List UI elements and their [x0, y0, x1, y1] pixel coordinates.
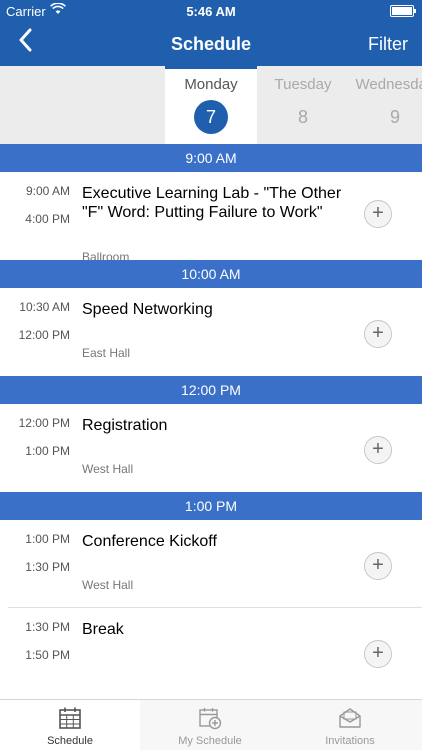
day-tab-tuesday[interactable]: Tuesday 8: [257, 66, 349, 144]
day-selector: Monday 7 Tuesday 8 Wednesday 9: [0, 66, 422, 144]
session-location: East Hall: [82, 346, 131, 360]
end-time: 1:00 PM: [25, 444, 70, 458]
tab-bar: Schedule My Schedule Invitations: [0, 699, 422, 750]
session-title: Speed Networking: [82, 301, 213, 318]
page-title: Schedule: [170, 34, 252, 54]
add-to-schedule-button[interactable]: +: [364, 640, 392, 668]
envelope-icon: [339, 708, 361, 728]
tab-label: Invitations: [325, 735, 375, 747]
day-tab-wednesday[interactable]: Wednesday 9: [349, 66, 422, 144]
session-item[interactable]: 10:30 AM 12:00 PM Speed Networking East …: [0, 288, 422, 376]
end-time: 12:00 PM: [18, 328, 70, 342]
day-number: 8: [297, 107, 308, 127]
session-item[interactable]: 12:00 PM 1:00 PM Registration West Hall …: [0, 404, 422, 492]
end-time: 1:30 PM: [25, 560, 70, 574]
session-item[interactable]: 9:00 AM 4:00 PM Executive Learning Lab -…: [0, 172, 422, 260]
time-header: 12:00 PM: [0, 376, 422, 404]
start-time: 9:00 AM: [25, 184, 70, 198]
tab-label: Schedule: [47, 735, 93, 747]
day-number: 9: [389, 107, 400, 127]
schedule-list[interactable]: 9:00 AM 9:00 AM 4:00 PM Executive Learni…: [0, 144, 422, 700]
add-to-schedule-button[interactable]: +: [364, 552, 392, 580]
clock: 5:46 AM: [186, 4, 236, 19]
start-time: 1:00 PM: [25, 532, 70, 546]
session-title: Conference Kickoff: [82, 533, 217, 550]
session-location: West Hall: [82, 462, 134, 476]
end-time: 1:50 PM: [25, 648, 70, 662]
day-number: 7: [194, 100, 228, 134]
add-to-schedule-button[interactable]: +: [364, 320, 392, 348]
end-time: 4:00 PM: [25, 212, 70, 226]
status-bar: Carrier 5:46 AM: [0, 0, 422, 22]
add-to-schedule-button[interactable]: +: [364, 200, 392, 228]
start-time: 10:30 AM: [19, 300, 70, 314]
start-time: 12:00 PM: [18, 416, 70, 430]
time-header: 9:00 AM: [0, 144, 422, 172]
tab-invitations[interactable]: Invitations: [280, 700, 420, 750]
session-item[interactable]: 1:30 PM 1:50 PM Break +: [0, 608, 422, 696]
tab-schedule[interactable]: Schedule: [0, 700, 140, 750]
top-bar: Carrier 5:46 AM Schedule Filter: [0, 0, 422, 66]
start-time: 1:30 PM: [25, 620, 70, 634]
session-title: Break: [82, 621, 124, 638]
session-title: Executive Learning Lab - "The Other "F" …: [82, 185, 342, 221]
add-to-schedule-button[interactable]: +: [364, 436, 392, 464]
day-name: Wednesday: [355, 76, 422, 93]
battery-icon: [390, 5, 416, 17]
day-tab-monday[interactable]: Monday 7: [165, 66, 257, 144]
day-name: Monday: [184, 76, 238, 93]
session-location: Ballroom: [82, 250, 130, 260]
calendar-add-icon: [199, 708, 222, 730]
time-header: 1:00 PM: [0, 492, 422, 520]
nav-bar: Schedule Filter: [0, 22, 422, 66]
tab-label: My Schedule: [178, 735, 242, 747]
session-item[interactable]: 1:00 PM 1:30 PM Conference Kickoff West …: [0, 520, 422, 608]
time-header: 10:00 AM: [0, 260, 422, 288]
session-title: Registration: [82, 417, 168, 434]
day-name: Tuesday: [274, 76, 332, 93]
filter-button[interactable]: Filter: [368, 34, 408, 55]
session-location: West Hall: [82, 578, 134, 592]
calendar-icon: [59, 707, 81, 729]
tab-my-schedule[interactable]: My Schedule: [140, 700, 280, 750]
